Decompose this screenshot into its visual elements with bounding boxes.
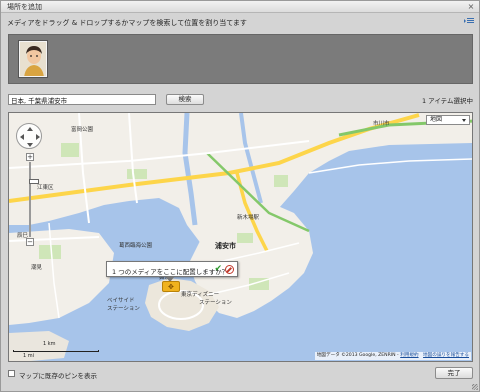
add-location-dialog: 場所を追加 × メディアをドラッグ & ドロップするかマップを検索して位置を割り… <box>0 0 480 392</box>
move-icon: ✥ <box>168 283 174 291</box>
map-type-select[interactable]: 地図 <box>426 115 470 125</box>
zoom-control: + − <box>26 153 39 246</box>
map-label-disney-station: ステーション <box>199 300 232 306</box>
scale-mi: 1 mi <box>23 353 35 359</box>
pan-arrows-icon <box>20 127 40 147</box>
zoom-slider-track[interactable] <box>29 162 39 237</box>
show-existing-pins-label: マップに既存のピンを表示 <box>19 372 97 380</box>
done-button[interactable]: 完了 <box>435 367 473 379</box>
terms-link[interactable]: 利用規約 <box>400 353 418 358</box>
map-label-tomioka: 富岡公園 <box>71 127 94 133</box>
footer-row: マップに既存のピンを表示 完了 <box>8 367 473 381</box>
map-label-shiohama: 潮見 <box>31 265 43 271</box>
map-label-koto: 江東区 <box>37 185 54 191</box>
search-row: 検索 1 アイテム選択中 <box>8 94 473 106</box>
media-strip <box>8 34 473 84</box>
zoom-in-button[interactable]: + <box>26 153 34 161</box>
map-label-shinkiba: 新木場駅 <box>237 215 260 221</box>
map-attribution: 地図データ ©2013 Google, ZENRIN - 利用規約 地図の誤りを… <box>314 352 471 360</box>
pan-control[interactable] <box>16 123 42 149</box>
resize-grip[interactable] <box>472 384 478 390</box>
instruction-text: メディアをドラッグ & ドロップするかマップを検索して位置を割り当てます <box>7 19 247 27</box>
map-scale: 1 km 1 mi <box>13 341 103 359</box>
selected-item-count: 1 アイテム選択中 <box>421 97 473 105</box>
attribution-text: 地図データ ©2013 Google, ZENRIN - <box>316 353 399 358</box>
scale-bar <box>13 350 99 352</box>
map-label-bayside-station: ステーション <box>107 306 140 312</box>
list-menu-icon[interactable] <box>464 17 474 26</box>
location-search-input[interactable] <box>8 94 156 105</box>
dialog-title: 場所を追加 <box>7 3 42 11</box>
map-type-value: 地図 <box>430 116 443 123</box>
zoom-out-button[interactable]: − <box>26 238 34 246</box>
search-button[interactable]: 検索 <box>166 94 204 105</box>
map-label-bayside: ベイサイド <box>107 298 135 304</box>
place-media-popup: 1 つのメディアをここに配置しますか？ ✔ <box>106 261 238 282</box>
map-label-urayasu: 浦安市 <box>215 242 236 250</box>
zoom-slider-thumb[interactable] <box>29 179 39 184</box>
map-label-ichikawa: 市川市 <box>373 121 390 127</box>
confirm-check-icon[interactable]: ✔ <box>214 264 222 274</box>
map-label-disney: 東京ディズニー <box>181 292 220 298</box>
scale-km: 1 km <box>43 341 56 347</box>
map-label-kasai: 葛西臨海公園 <box>119 243 153 249</box>
map-canvas <box>9 113 472 361</box>
close-icon[interactable]: × <box>467 3 475 11</box>
cancel-prohibit-icon[interactable] <box>225 265 234 274</box>
chevron-down-icon <box>462 119 466 122</box>
title-bar: 場所を追加 × <box>1 1 479 13</box>
report-error-link[interactable]: 地図の誤りを報告する <box>423 353 469 358</box>
popup-question: 1 つのメディアをここに配置しますか？ <box>112 268 229 276</box>
media-thumbnail[interactable] <box>19 41 47 77</box>
media-drop-pin[interactable]: ✥ <box>162 281 180 292</box>
map-view[interactable]: 浦安市 ベイサイド ステーション 東京ディズニー ステーション 富岡公園 市川市… <box>8 112 473 362</box>
show-existing-pins-checkbox[interactable] <box>8 370 15 377</box>
